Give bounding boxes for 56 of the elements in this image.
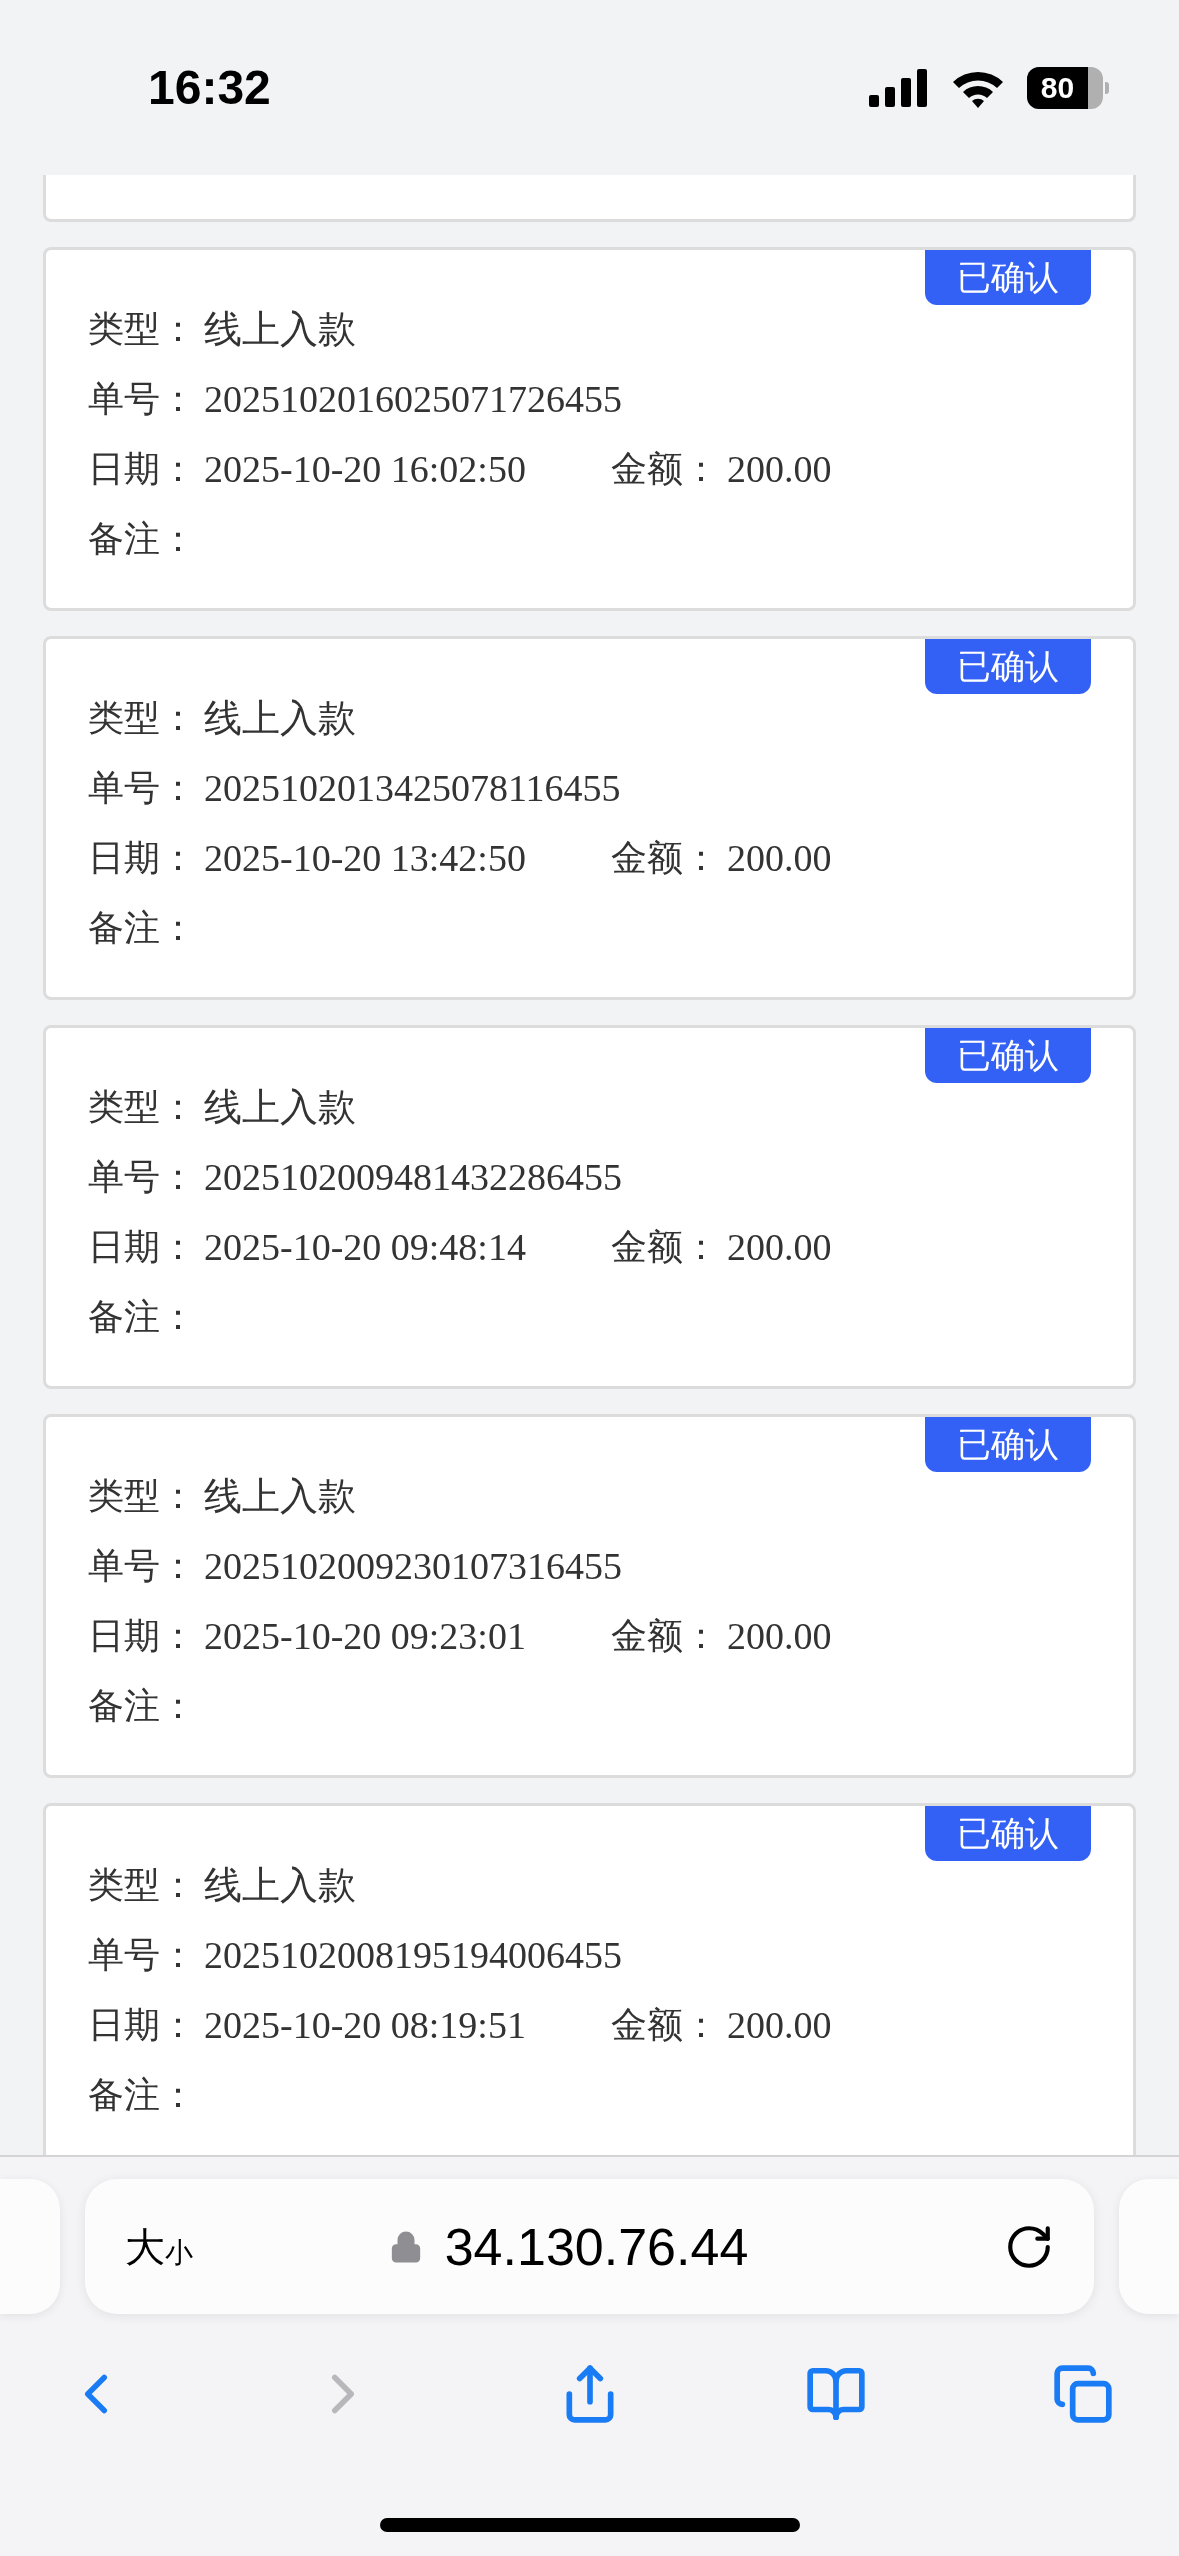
type-label: 类型： bbox=[88, 307, 196, 351]
date-value: 2025-10-20 13:42:50 bbox=[204, 835, 526, 881]
status-badge: 已确认 bbox=[925, 1028, 1091, 1083]
amount-value: 200.00 bbox=[726, 1613, 832, 1659]
order-number-label: 单号： bbox=[88, 1933, 196, 1977]
note-label: 备注： bbox=[88, 2073, 196, 2117]
date-value: 2025-10-20 09:48:14 bbox=[204, 1224, 526, 1270]
order-number-label: 单号： bbox=[88, 766, 196, 810]
amount-value: 200.00 bbox=[726, 2002, 832, 2048]
note-label: 备注： bbox=[88, 906, 196, 950]
date-label: 日期： bbox=[88, 1225, 196, 1269]
note-label: 备注： bbox=[88, 1684, 196, 1728]
url-text[interactable]: 34.130.76.44 bbox=[444, 2207, 749, 2286]
type-value: 线上入款 bbox=[204, 695, 356, 741]
type-value: 线上入款 bbox=[204, 306, 356, 352]
type-value: 线上入款 bbox=[204, 1473, 356, 1519]
amount-value: 200.00 bbox=[726, 446, 832, 492]
signal-icon bbox=[869, 68, 929, 107]
date-value: 2025-10-20 16:02:50 bbox=[204, 446, 526, 492]
amount-label: 金额： bbox=[610, 1225, 719, 1269]
text-size-button[interactable]: 大小 bbox=[125, 2226, 193, 2267]
type-label: 类型： bbox=[88, 1085, 196, 1129]
status-badge: 已确认 bbox=[925, 250, 1091, 305]
note-label: 备注： bbox=[88, 1295, 196, 1339]
amount-value: 200.00 bbox=[726, 1224, 832, 1270]
order-number-label: 单号： bbox=[88, 1544, 196, 1588]
date-label: 日期： bbox=[88, 836, 196, 880]
type-label: 类型： bbox=[88, 1863, 196, 1907]
amount-label: 金额： bbox=[610, 836, 719, 880]
date-value: 2025-10-20 09:23:01 bbox=[204, 1613, 526, 1659]
type-value: 线上入款 bbox=[204, 1862, 356, 1908]
address-bar[interactable]: 大小 34.130.76.44 bbox=[85, 2179, 1094, 2314]
order-number-value: 2025102016025071726455 bbox=[204, 376, 622, 422]
status-badge: 已确认 bbox=[925, 639, 1091, 694]
date-value: 2025-10-20 08:19:51 bbox=[204, 2002, 526, 2048]
order-number-value: 2025102009230107316455 bbox=[204, 1543, 622, 1589]
order-number-value: 2025102008195194006455 bbox=[204, 1932, 622, 1978]
type-label: 类型： bbox=[88, 696, 196, 740]
order-number-value: 2025102009481432286455 bbox=[204, 1154, 622, 1200]
status-badge: 已确认 bbox=[925, 1417, 1091, 1472]
note-label: 备注： bbox=[88, 517, 196, 561]
status-time: 16:32 bbox=[148, 59, 271, 116]
order-number-label: 单号： bbox=[88, 1155, 196, 1199]
amount-value: 200.00 bbox=[726, 835, 832, 881]
battery-level: 80 bbox=[1040, 70, 1075, 106]
date-label: 日期： bbox=[88, 1614, 196, 1658]
amount-label: 金额： bbox=[610, 1614, 719, 1658]
order-number-value: 2025102013425078116455 bbox=[204, 765, 621, 811]
date-label: 日期： bbox=[88, 447, 196, 491]
type-value: 线上入款 bbox=[204, 1084, 356, 1130]
amount-label: 金额： bbox=[610, 447, 719, 491]
order-number-label: 单号： bbox=[88, 377, 196, 421]
amount-label: 金额： bbox=[610, 2003, 719, 2047]
date-label: 日期： bbox=[88, 2003, 196, 2047]
type-label: 类型： bbox=[88, 1474, 196, 1518]
status-badge: 已确认 bbox=[925, 1806, 1091, 1861]
